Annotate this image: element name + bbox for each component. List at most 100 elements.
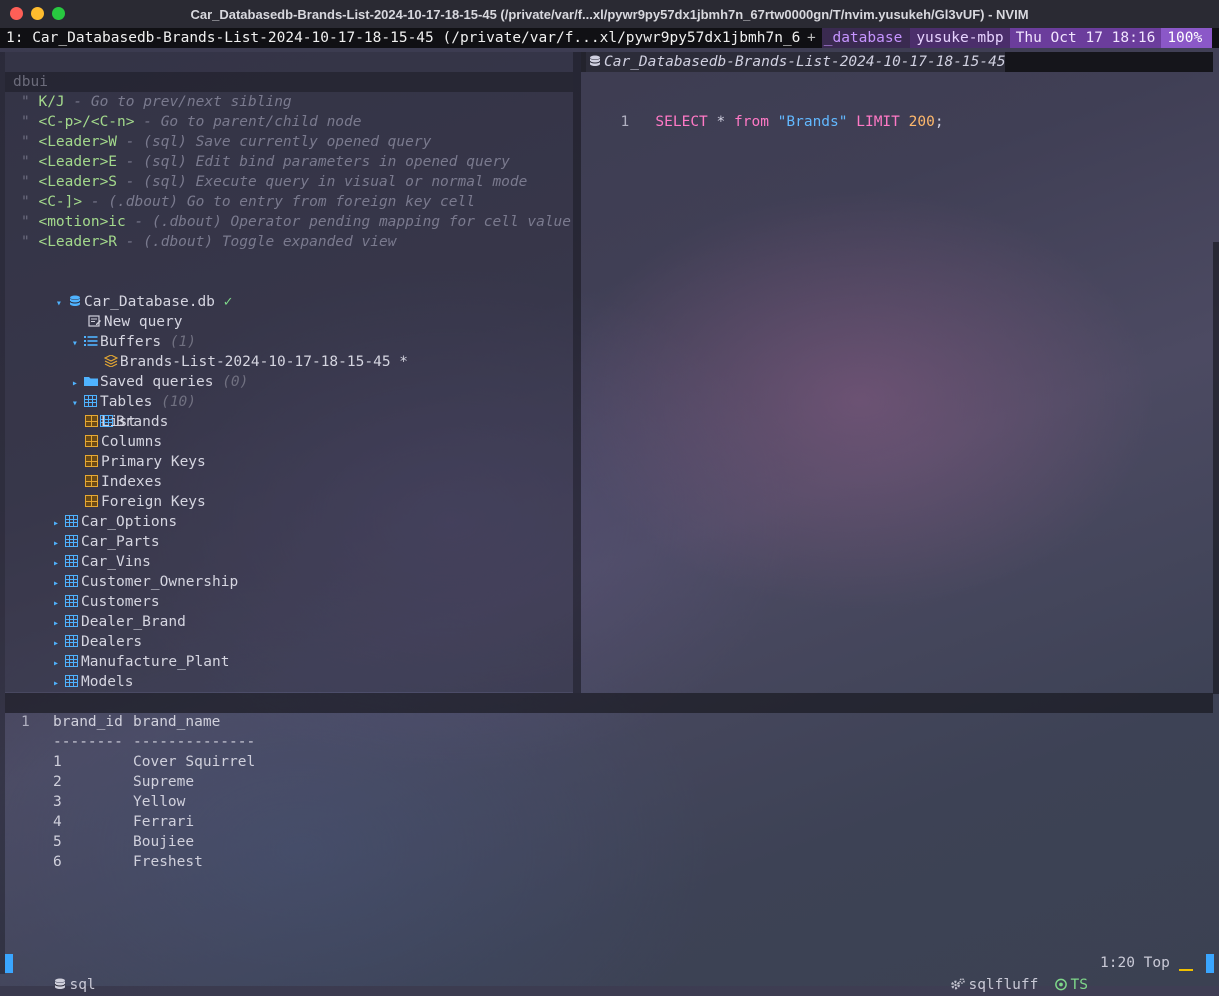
tmux-hostname: yusuke-mbp: [910, 28, 1010, 48]
status-scroll: Top: [1143, 955, 1170, 971]
scroll-indicator: [1178, 969, 1193, 971]
table-cell[interactable]: 3: [53, 792, 62, 812]
status-linter: sqlfluff: [932, 952, 1038, 993]
tmux-window-name[interactable]: 1: Car_Databasedb-Brands-List-2024-10-17…: [0, 28, 801, 48]
tree-node-table[interactable]: ▸ Dealer_Brand: [53, 612, 186, 632]
tree-node-table[interactable]: ▸ Car_Vins: [53, 552, 151, 572]
tree-node-brands-primary-keys[interactable]: Primary Keys: [85, 452, 206, 472]
status-mode-indicator: [5, 954, 13, 973]
chevron-right-icon: ▸: [53, 618, 66, 629]
column-separator: --------------: [133, 734, 256, 750]
table-action-icon: [85, 475, 98, 487]
tree-node-table[interactable]: ▸ Car_Parts: [53, 532, 160, 552]
table-cell[interactable]: Freshest: [133, 852, 203, 872]
table-icon: [65, 555, 79, 567]
help-line: " <motion>ic - (.dbout) Operator pending…: [21, 214, 572, 230]
tmux-status-bar: 1: Car_Databasedb-Brands-List-2024-10-17…: [0, 28, 1219, 48]
tree-node-table[interactable]: ▸ Car_Options: [53, 512, 177, 532]
chevron-right-icon: ▸: [53, 558, 66, 569]
window-titlebar: Car_Databasedb-Brands-List-2024-10-17-18…: [0, 0, 1219, 28]
database-icon: [589, 55, 601, 66]
sql-number: 200: [908, 114, 935, 130]
help-line: " <C-]> - (.dbout) Go to entry from fore…: [21, 194, 475, 210]
help-line: " <Leader>R - (.dbout) Toggle expanded v…: [21, 234, 397, 250]
chevron-right-icon: ▸: [53, 598, 66, 609]
help-line: " <Leader>E - (sql) Edit bind parameters…: [21, 154, 510, 170]
tree-node-new-query[interactable]: New query: [53, 292, 183, 330]
column-header: brand_name: [133, 714, 221, 730]
gears-icon: [951, 978, 966, 990]
tree-node-brands-foreign-keys[interactable]: Foreign Keys: [85, 492, 206, 512]
column-header: brand_id: [53, 714, 123, 730]
table-icon: [65, 575, 79, 587]
sql-keyword: SELECT: [655, 114, 708, 130]
sql-editor-line[interactable]: 1 SELECT * from "Brands" LIMIT 200;: [603, 92, 943, 130]
chevron-right-icon: ▸: [53, 638, 66, 649]
table-cell[interactable]: 2: [53, 772, 62, 792]
editor-scrollbar[interactable]: [1213, 242, 1219, 694]
window-title: Car_Databasedb-Brands-List-2024-10-17-18…: [190, 6, 1029, 22]
minimize-window-button[interactable]: [31, 7, 44, 20]
treesitter-icon: [1055, 978, 1068, 991]
table-icon: [65, 675, 79, 687]
tree-node-table[interactable]: ▸ Customers: [53, 592, 160, 612]
help-line: " <C-p>/<C-n> - Go to parent/child node: [21, 114, 362, 130]
table-cell[interactable]: Boujiee: [133, 832, 194, 852]
table-icon: [65, 615, 79, 627]
table-cell[interactable]: 6: [53, 852, 62, 872]
tmux-battery: 100%: [1161, 28, 1213, 48]
vertical-split-divider[interactable]: [573, 52, 581, 693]
zoom-window-button[interactable]: [52, 7, 65, 20]
help-line: " <Leader>W - (sql) Save currently opene…: [21, 134, 432, 150]
table-icon: [65, 515, 79, 527]
close-window-button[interactable]: [10, 7, 23, 20]
tree-node-table[interactable]: ▸ Dealers: [53, 632, 142, 652]
tree-node-saved-queries[interactable]: ▸ Saved queries (0): [37, 352, 248, 390]
column-separator: --------: [53, 734, 123, 750]
tree-node-table[interactable]: ▸ Manufacture_Plant: [53, 652, 229, 672]
tree-node-table[interactable]: ▸ Customer_Ownership: [53, 572, 238, 592]
dbui-header: dbui: [5, 72, 573, 92]
status-filetype: sql: [36, 952, 96, 993]
tmux-new-window[interactable]: +: [801, 28, 822, 48]
table-cell[interactable]: Yellow: [133, 792, 185, 812]
tree-node-buffers[interactable]: ▾ Buffers (1): [37, 312, 196, 350]
editor-tab[interactable]: Car_Databasedb-Brands-List-2024-10-17-18…: [586, 52, 1027, 72]
chevron-right-icon: ▸: [53, 518, 66, 529]
tree-node-brands-list[interactable]: List: [85, 412, 136, 432]
tmux-datetime: Thu Oct 17 18:16: [1009, 28, 1162, 48]
tabline-fill: [1005, 52, 1213, 72]
sql-keyword: LIMIT: [856, 114, 900, 130]
table-cell[interactable]: 1: [53, 752, 62, 772]
line-number: 1: [620, 114, 630, 130]
table-action-icon: [85, 415, 98, 427]
tree-node-database[interactable]: ▾ Car_Database.db ✓: [21, 272, 232, 310]
table-cell[interactable]: Ferrari: [133, 812, 194, 832]
chevron-right-icon: ▸: [53, 538, 66, 549]
tree-node-table-brands[interactable]: ▾ Brands: [53, 392, 168, 430]
tree-node-table[interactable]: ▸ Models: [53, 672, 133, 692]
chevron-right-icon: ▸: [53, 658, 66, 669]
tree-node-brands-indexes[interactable]: Indexes: [85, 472, 162, 492]
tree-node-buffer-item[interactable]: Brands-List-2024-10-17-18-15-45 *: [69, 332, 408, 370]
table-cell[interactable]: 5: [53, 832, 62, 852]
table-icon: [65, 655, 79, 667]
tree-node-brands-columns[interactable]: Columns: [85, 432, 162, 452]
table-cell[interactable]: Cover Squirrel: [133, 752, 255, 772]
table-icon: [65, 595, 79, 607]
line-number: 1: [21, 714, 30, 730]
connected-check-icon: ✓: [223, 294, 233, 310]
tree-node-tables[interactable]: ▾ Tables (10): [37, 372, 196, 410]
status-position: 1:20 Top: [1100, 952, 1193, 974]
table-cell[interactable]: 4: [53, 812, 62, 832]
horizontal-split-divider[interactable]: [5, 693, 1213, 713]
chevron-right-icon: ▸: [53, 678, 66, 689]
table-action-icon: [85, 495, 98, 507]
database-icon: [54, 978, 66, 989]
window-controls: [10, 7, 65, 20]
chevron-right-icon: ▸: [53, 578, 66, 589]
table-action-icon: [85, 435, 98, 447]
editor-tab-title: Car_Databasedb-Brands-List-2024-10-17-18…: [604, 54, 1006, 70]
table-cell[interactable]: Supreme: [133, 772, 194, 792]
results-header-row: 1: [21, 712, 30, 732]
